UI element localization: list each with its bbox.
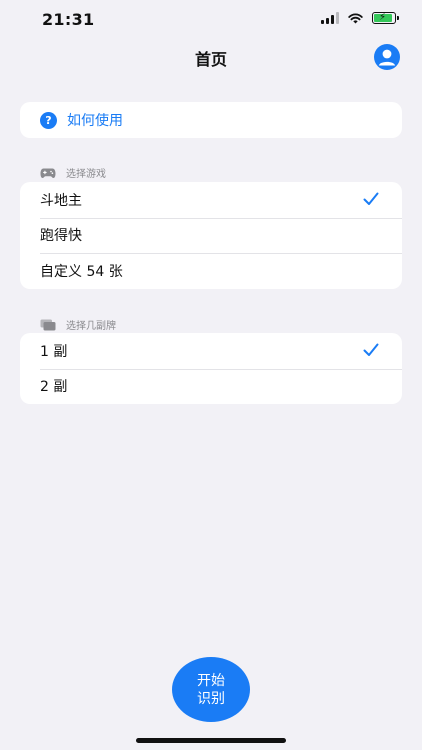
option-label: 2 副 (40, 379, 68, 396)
option-label: 自定义 54 张 (40, 263, 123, 280)
deck-option-1[interactable]: 1 副 (20, 333, 402, 369)
checkmark-icon (363, 192, 379, 205)
how-to-use-label: 如何使用 (67, 113, 123, 129)
status-time: 21:31 (42, 10, 95, 29)
deck-section-header: 选择几副牌 (40, 317, 116, 332)
option-label: 1 副 (40, 343, 68, 360)
deck-options-list: 1 副 2 副 (20, 333, 402, 404)
navigation-bar: 首页 (0, 40, 422, 72)
gamecontroller-icon (40, 168, 56, 178)
deck-section-label: 选择几副牌 (66, 321, 116, 332)
checkmark-icon (363, 343, 379, 356)
start-recognition-button[interactable]: 开始 识别 (172, 657, 250, 722)
game-option-paodekuai[interactable]: 跑得快 (20, 217, 402, 254)
status-icons: ⚡ (321, 12, 399, 24)
question-circle-icon: ? (40, 111, 57, 129)
game-option-custom-54[interactable]: 自定义 54 张 (20, 253, 402, 289)
game-section-header: 选择游戏 (40, 165, 106, 180)
status-bar: 21:31 ⚡ (0, 0, 422, 40)
profile-button[interactable] (374, 44, 400, 70)
game-options-list: 斗地主 跑得快 自定义 54 张 (20, 182, 402, 289)
person-circle-icon (378, 49, 396, 66)
how-to-use-button[interactable]: ? 如何使用 (20, 102, 402, 138)
option-label: 跑得快 (40, 228, 82, 245)
game-option-doudizhu[interactable]: 斗地主 (20, 182, 402, 218)
option-label: 斗地主 (40, 192, 82, 209)
cellular-signal-icon (321, 12, 339, 24)
start-button-line2: 识别 (197, 690, 225, 707)
page-title: 首页 (194, 50, 227, 69)
cards-stack-icon (40, 319, 56, 330)
wifi-icon (348, 12, 363, 23)
game-section-label: 选择游戏 (66, 169, 106, 180)
home-indicator[interactable] (136, 738, 286, 743)
deck-option-2[interactable]: 2 副 (20, 368, 402, 405)
battery-charging-icon: ⚡ (372, 12, 399, 24)
start-button-line1: 开始 (197, 672, 225, 689)
